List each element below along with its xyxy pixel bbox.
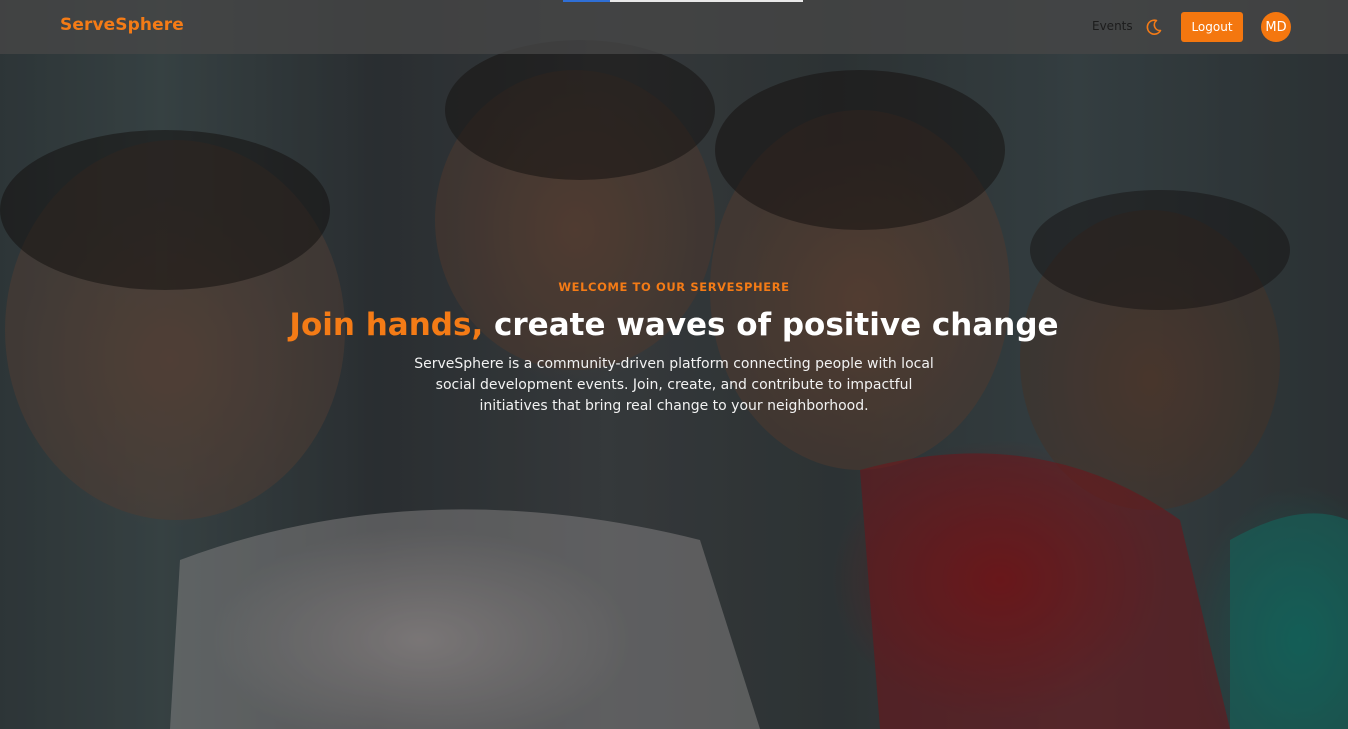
hero-description: ServeSphere is a community-driven platfo… xyxy=(414,356,934,414)
hero-headline-accent: Join hands, xyxy=(289,307,484,343)
landing-page: ServeSphere Events Logout MD WELCOME TO … xyxy=(0,0,1348,729)
logout-button[interactable]: Logout xyxy=(1181,12,1243,42)
nav-link-events[interactable]: Events xyxy=(1092,19,1133,33)
loading-progress-fill xyxy=(563,0,610,2)
moon-icon[interactable] xyxy=(1145,18,1163,36)
top-navigation-bar: ServeSphere Events Logout MD xyxy=(0,0,1348,54)
hero-headline: Join hands, create waves of positive cha… xyxy=(0,306,1348,344)
hero-headline-rest: create waves of positive change xyxy=(494,307,1059,343)
user-avatar[interactable]: MD xyxy=(1261,12,1291,42)
hero-eyebrow: WELCOME TO OUR SERVESPHERE xyxy=(558,280,790,294)
hero-section: WELCOME TO OUR SERVESPHERE Join hands, c… xyxy=(0,280,1348,417)
brand-logo-text[interactable]: ServeSphere xyxy=(60,15,184,35)
loading-progress-bar xyxy=(563,0,803,2)
